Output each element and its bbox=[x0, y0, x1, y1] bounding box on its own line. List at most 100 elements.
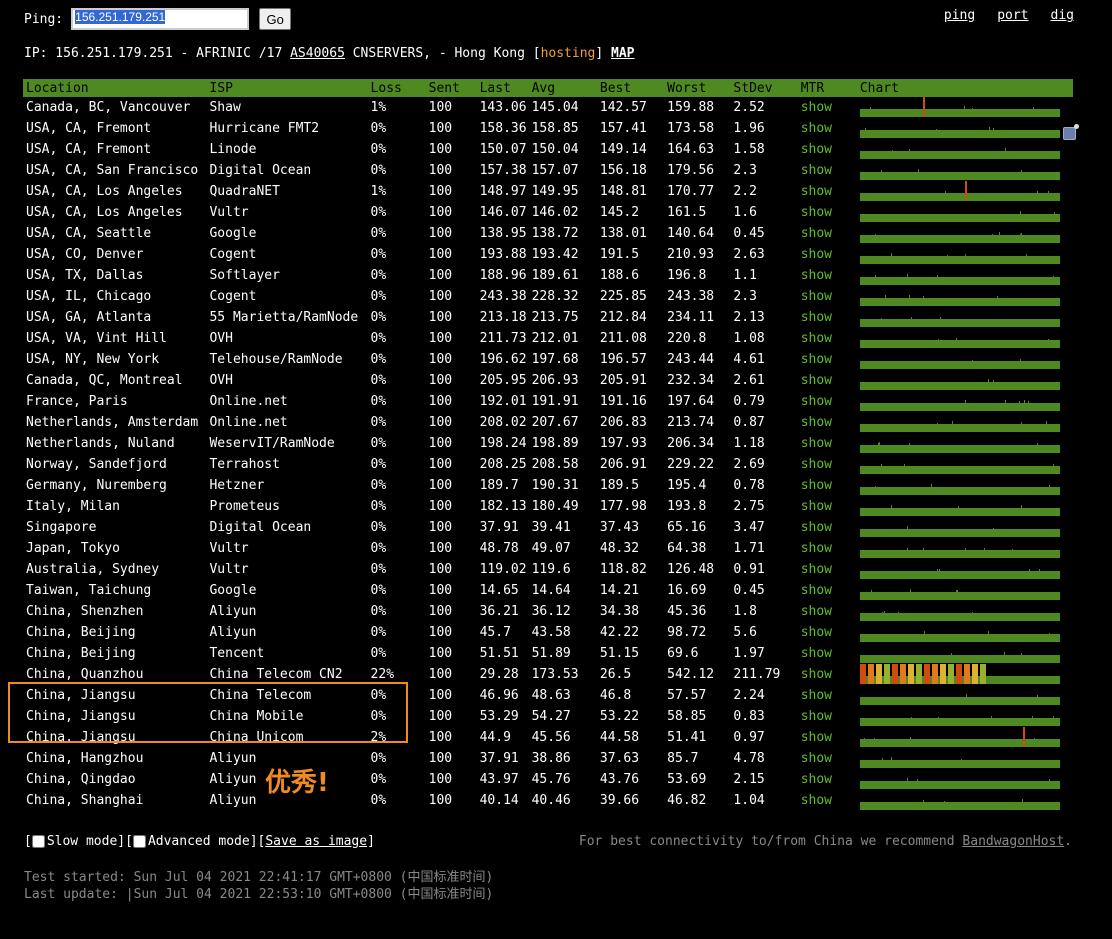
cell-mtr[interactable]: show bbox=[798, 328, 857, 349]
table-row: China, Jiangsu China Mobile 0% 100 53.29 54.2… bbox=[23, 706, 1073, 727]
cell-mtr[interactable]: show bbox=[798, 223, 857, 244]
cell-mtr[interactable]: show bbox=[798, 706, 857, 727]
cell-mtr[interactable]: show bbox=[798, 559, 857, 580]
cell-worst: 58.85 bbox=[667, 709, 707, 724]
cell-mtr[interactable]: show bbox=[798, 433, 857, 454]
cell-stdev: 0.78 bbox=[733, 478, 765, 493]
ping-input[interactable]: 156.251.179.251 bbox=[71, 8, 250, 30]
sparkline-spike bbox=[909, 737, 911, 741]
sparkline-loss-bar bbox=[883, 664, 890, 684]
advanced-mode-checkbox[interactable] bbox=[132, 835, 146, 848]
sparkline-base bbox=[859, 193, 1060, 201]
cell-sent: 100 bbox=[428, 121, 453, 136]
cell-isp: Vultr bbox=[209, 562, 249, 577]
cell-avg: 146.02 bbox=[531, 205, 579, 220]
cell-mtr[interactable]: show bbox=[798, 307, 857, 328]
cell-sent: 100 bbox=[428, 667, 453, 682]
cell-mtr[interactable]: show bbox=[798, 370, 857, 391]
save-image-link[interactable]: Save as image bbox=[265, 834, 367, 849]
mode-options: [Slow mode][Advanced mode][Save as image… bbox=[24, 834, 375, 849]
cell-mtr[interactable]: show bbox=[798, 160, 857, 181]
cell-mtr[interactable]: show bbox=[798, 790, 857, 811]
sparkline-spike bbox=[864, 128, 866, 132]
cell-isp: Aliyun bbox=[209, 604, 257, 619]
cell-avg: 54.27 bbox=[531, 709, 571, 724]
cell-mtr[interactable]: show bbox=[798, 139, 857, 160]
cell-mtr[interactable]: show bbox=[798, 412, 857, 433]
cell-chart bbox=[857, 454, 1073, 475]
sparkline-loss-bar bbox=[891, 664, 898, 684]
cell-mtr[interactable]: show bbox=[798, 622, 857, 643]
bandwagonhost-link[interactable]: BandwagonHost bbox=[962, 834, 1064, 849]
slow-mode-checkbox[interactable] bbox=[31, 835, 45, 848]
cell-mtr[interactable]: show bbox=[798, 601, 857, 622]
asn-link[interactable]: AS40065 bbox=[290, 46, 345, 61]
cell-mtr[interactable]: show bbox=[798, 454, 857, 475]
scroll-handle[interactable] bbox=[1063, 124, 1079, 140]
map-link[interactable]: MAP bbox=[611, 46, 634, 61]
ping-link[interactable]: ping bbox=[944, 8, 975, 23]
latency-sparkline bbox=[859, 652, 1060, 663]
cell-chart bbox=[857, 559, 1073, 580]
cell-mtr[interactable]: show bbox=[798, 244, 857, 265]
cell-mtr[interactable]: show bbox=[798, 391, 857, 412]
cell-chart bbox=[857, 181, 1073, 202]
go-button[interactable]: Go bbox=[259, 8, 292, 30]
cell-sent: 100 bbox=[428, 226, 453, 241]
cell-mtr[interactable]: show bbox=[798, 286, 857, 307]
sparkline-spike bbox=[908, 443, 910, 447]
cell-mtr[interactable]: show bbox=[798, 685, 857, 706]
table-row: Australia, Sydney Vultr 0% 100 119.02 119.6 11… bbox=[23, 559, 1073, 580]
header-isp: ISP bbox=[206, 79, 368, 97]
sparkline-base bbox=[859, 487, 1060, 495]
recommend-text: For best connectivity to/from China we r… bbox=[578, 834, 963, 849]
cell-mtr[interactable]: show bbox=[798, 727, 857, 748]
cell-avg: 180.49 bbox=[531, 499, 579, 514]
cell-last: 188.96 bbox=[479, 268, 527, 283]
cell-mtr[interactable]: show bbox=[798, 643, 857, 664]
cell-loss: 1% bbox=[370, 184, 387, 199]
sparkline-spike bbox=[938, 569, 940, 573]
cell-location: USA, NY, New York bbox=[26, 352, 160, 367]
cell-sent: 100 bbox=[428, 772, 453, 787]
sparkline-loss-bar bbox=[867, 664, 874, 684]
sparkline-spike bbox=[992, 528, 994, 532]
sparkline-base bbox=[859, 151, 1060, 159]
cell-mtr[interactable]: show bbox=[798, 769, 857, 790]
cell-best: 34.38 bbox=[599, 604, 640, 619]
cell-mtr[interactable]: show bbox=[798, 496, 857, 517]
cell-loss: 0% bbox=[370, 436, 387, 451]
cell-mtr[interactable]: show bbox=[798, 202, 857, 223]
cell-mtr[interactable]: show bbox=[798, 181, 857, 202]
cell-mtr[interactable]: show bbox=[798, 265, 857, 286]
cell-stdev: 2.75 bbox=[733, 499, 765, 514]
cell-mtr[interactable]: show bbox=[798, 580, 857, 601]
sparkline-spike bbox=[922, 296, 924, 300]
latency-sparkline bbox=[859, 127, 1060, 138]
sparkline-spike bbox=[1047, 191, 1049, 195]
cell-mtr[interactable]: show bbox=[798, 517, 857, 538]
cell-worst: 193.8 bbox=[667, 499, 707, 514]
dig-link[interactable]: dig bbox=[1051, 8, 1074, 23]
cell-location: France, Paris bbox=[26, 394, 128, 409]
cell-mtr[interactable]: show bbox=[798, 748, 857, 769]
cell-last: 37.91 bbox=[479, 520, 519, 535]
cell-mtr[interactable]: show bbox=[798, 118, 857, 139]
cell-mtr[interactable]: show bbox=[798, 97, 857, 118]
cell-mtr[interactable]: show bbox=[798, 664, 857, 685]
latency-sparkline bbox=[859, 505, 1060, 516]
table-row: USA, GA, Atlanta 55 Marietta/RamNode 0% 100… bbox=[23, 307, 1073, 328]
table-row: China, Quanzhou China Telecom CN2 22% 100 29… bbox=[23, 664, 1073, 685]
cell-avg: 119.6 bbox=[531, 562, 571, 577]
cell-mtr[interactable]: show bbox=[798, 475, 857, 496]
cell-last: 45.7 bbox=[479, 625, 511, 640]
sparkline-base bbox=[859, 760, 1060, 768]
cell-chart bbox=[857, 265, 1073, 286]
cell-mtr[interactable]: show bbox=[798, 349, 857, 370]
sparkline-spike bbox=[1020, 653, 1022, 657]
cell-best: 188.6 bbox=[599, 268, 640, 283]
cell-mtr[interactable]: show bbox=[798, 538, 857, 559]
cell-last: 44.9 bbox=[479, 730, 511, 745]
port-link[interactable]: port bbox=[997, 8, 1028, 23]
latency-sparkline bbox=[859, 274, 1060, 285]
